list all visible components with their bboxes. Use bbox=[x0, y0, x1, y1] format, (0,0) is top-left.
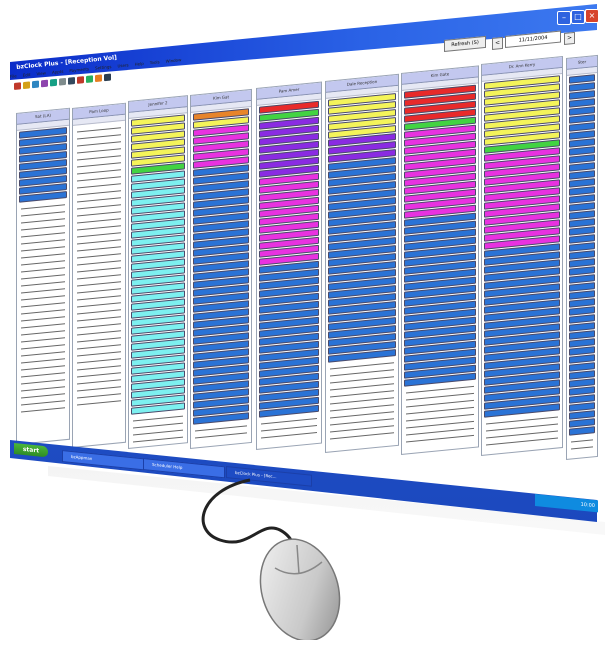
schedule-column: Sat (LA) bbox=[16, 107, 70, 445]
schedule-column: Jennifer 2 bbox=[128, 95, 188, 450]
schedule-column: Kim Gate bbox=[401, 65, 479, 455]
schedule-column: Pam Amer bbox=[256, 81, 322, 451]
next-day-button[interactable]: > bbox=[564, 31, 575, 45]
empty-slot[interactable] bbox=[571, 441, 593, 450]
menu-item-settings[interactable]: Settings bbox=[95, 64, 111, 71]
schedule-column: Dr. Ann Kerry bbox=[481, 55, 563, 456]
schedule-column: Ster bbox=[566, 54, 598, 461]
menu-item-users[interactable]: Users bbox=[117, 62, 128, 68]
toolbar-icon[interactable] bbox=[14, 82, 21, 90]
menu-item-tools[interactable]: Tools bbox=[150, 59, 160, 65]
toolbar-icon[interactable] bbox=[104, 73, 111, 82]
toolbar-icon[interactable] bbox=[23, 81, 30, 90]
toolbar-icon[interactable] bbox=[32, 80, 39, 89]
schedule-column: Dale Reception bbox=[325, 73, 399, 454]
menu-item-file[interactable]: File bbox=[10, 73, 17, 79]
menu-item-window[interactable]: Window bbox=[166, 57, 182, 64]
schedule-column: Kim Gat bbox=[190, 88, 252, 450]
toolbar-icon[interactable] bbox=[77, 76, 84, 84]
toolbar-icon[interactable] bbox=[41, 79, 48, 88]
toolbar-icon[interactable] bbox=[86, 75, 93, 83]
menu-item-payments[interactable]: Payments bbox=[69, 66, 89, 73]
menu-item-edit[interactable]: Edit bbox=[23, 72, 31, 78]
toolbar-icon[interactable] bbox=[68, 77, 75, 85]
menu-item-appts[interactable]: Appts bbox=[52, 69, 63, 75]
menu-item-help[interactable]: Help bbox=[135, 61, 144, 67]
menu-item-view[interactable]: View bbox=[36, 70, 46, 76]
toolbar-icon[interactable] bbox=[59, 77, 66, 86]
toolbar-icon[interactable] bbox=[95, 74, 102, 83]
computer-mouse-icon bbox=[201, 478, 341, 640]
toolbar-icon[interactable] bbox=[50, 78, 57, 87]
prev-day-button[interactable]: < bbox=[492, 36, 503, 50]
schedule-column: Pam Loop bbox=[72, 102, 126, 448]
